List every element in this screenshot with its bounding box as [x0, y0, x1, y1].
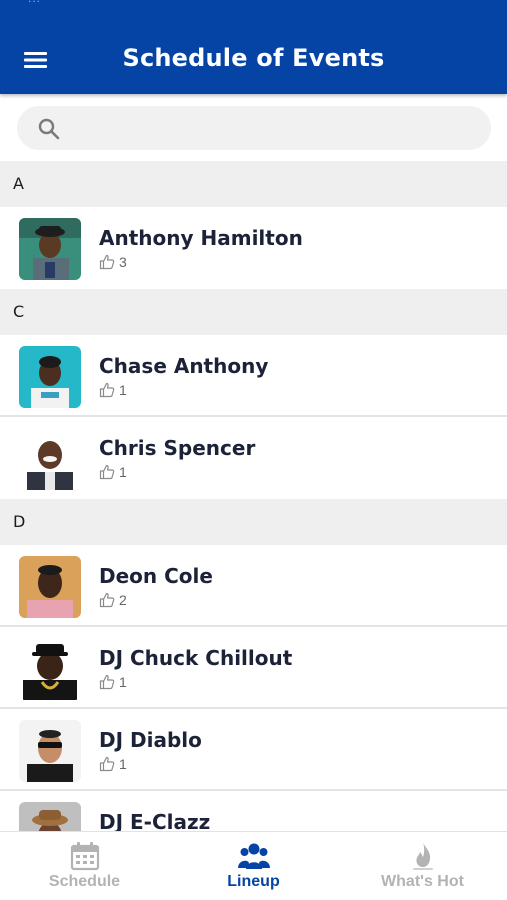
- like-count-value: 3: [119, 254, 127, 270]
- search-box[interactable]: [17, 106, 491, 150]
- performer-name: DJ Diablo: [99, 728, 202, 752]
- thumbs-up-icon: [99, 756, 115, 772]
- status-text: ...: [28, 0, 41, 5]
- performer-name: Chris Spencer: [99, 436, 256, 460]
- fire-icon: [407, 840, 439, 872]
- list-item[interactable]: Anthony Hamilton 3: [0, 207, 507, 289]
- avatar: [19, 802, 81, 831]
- performer-name: DJ E-Clazz: [99, 810, 211, 831]
- avatar: [19, 428, 81, 490]
- performer-name: DJ Chuck Chillout: [99, 646, 293, 670]
- search-input[interactable]: [73, 106, 473, 150]
- search-bar: [0, 94, 507, 161]
- list-item[interactable]: DJ E-Clazz: [0, 791, 507, 831]
- avatar: [19, 638, 81, 700]
- tab-label: Schedule: [48, 873, 121, 890]
- tab-label: What's Hot: [381, 873, 464, 890]
- tab-whats-hot[interactable]: What's Hot: [338, 832, 507, 900]
- performer-name: Chase Anthony: [99, 354, 269, 378]
- status-bar: ...: [0, 0, 507, 8]
- thumbs-up-icon: [99, 592, 115, 608]
- performer-name: Anthony Hamilton: [99, 226, 303, 250]
- like-count-value: 1: [119, 464, 127, 480]
- thumbs-up-icon: [99, 674, 115, 690]
- thumbs-up-icon: [99, 254, 115, 270]
- like-count-value: 2: [119, 592, 127, 608]
- avatar: [19, 556, 81, 618]
- like-count-value: 1: [119, 756, 127, 772]
- page-title: Schedule of Events: [122, 44, 385, 72]
- calendar-icon: [69, 840, 101, 872]
- avatar: [19, 346, 81, 408]
- tab-lineup[interactable]: Lineup: [169, 832, 338, 900]
- performer-name: Deon Cole: [99, 564, 213, 588]
- search-icon: [37, 117, 61, 141]
- list-item[interactable]: Chase Anthony 1: [0, 335, 507, 417]
- tab-schedule[interactable]: Schedule: [0, 832, 169, 900]
- list-item[interactable]: Chris Spencer 1: [0, 417, 507, 499]
- list-item[interactable]: Deon Cole 2: [0, 545, 507, 627]
- like-count-value: 1: [119, 674, 127, 690]
- people-icon: [238, 840, 270, 872]
- tab-label: Lineup: [227, 873, 280, 890]
- bottom-tab-bar: Schedule Lineup What's Hot: [0, 831, 507, 900]
- thumbs-up-icon: [99, 382, 115, 398]
- section-header-a: A: [0, 161, 507, 207]
- avatar: [19, 218, 81, 280]
- thumbs-up-icon: [99, 464, 115, 480]
- section-header-c: C: [0, 289, 507, 335]
- list-item[interactable]: DJ Chuck Chillout 1: [0, 627, 507, 709]
- section-header-d: D: [0, 499, 507, 545]
- lineup-list[interactable]: A Anthony Hamilton 3 C Chase Anthony 1 C…: [0, 161, 507, 831]
- avatar: [19, 720, 81, 782]
- list-item[interactable]: DJ Diablo 1: [0, 709, 507, 791]
- like-count-value: 1: [119, 382, 127, 398]
- app-header: ... Schedule of Events: [0, 0, 507, 94]
